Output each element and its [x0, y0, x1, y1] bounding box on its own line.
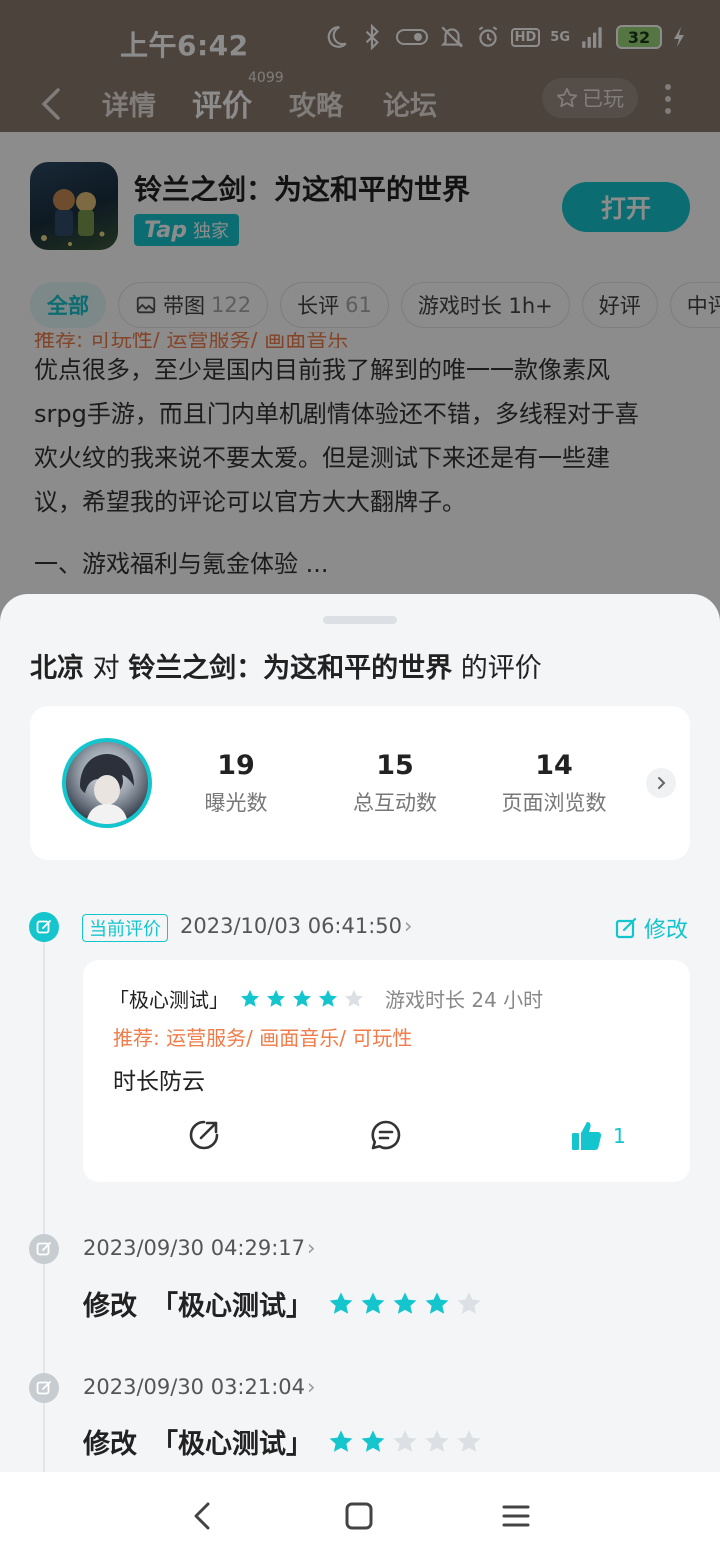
playtime-label: 游戏时长 24 小时	[385, 988, 544, 1012]
sheet-grabber[interactable]	[323, 616, 397, 624]
review-text: 时长防云	[113, 1069, 205, 1095]
share-button[interactable]	[187, 1118, 221, 1152]
star-empty-icon	[425, 1429, 449, 1452]
stat-label: 页面浏览数	[501, 791, 607, 815]
review-history-sheet: 北凉 对 铃兰之剑：为这和平的世界 的评价 19 曝光数 15 总互动数 14 …	[0, 594, 720, 1472]
back-icon[interactable]	[186, 1500, 218, 1532]
history-action: 修改	[83, 1429, 137, 1460]
edit-label: 修改	[644, 918, 689, 943]
system-nav-bar	[0, 1472, 720, 1560]
comment-button[interactable]	[369, 1118, 403, 1152]
timestamp-text: 2023/10/03 06:41:50	[180, 914, 403, 938]
stat-number: 14	[535, 750, 573, 781]
edit-review-button[interactable]: 修改	[614, 912, 688, 944]
title-word-to: 对	[92, 653, 120, 684]
history-action: 修改	[83, 1291, 137, 1322]
reviewer-name: 北凉	[30, 653, 84, 684]
chevron-right-icon: ›	[307, 1375, 316, 1399]
history-version: 「极心测试」	[151, 1429, 313, 1460]
rating-stars	[327, 1428, 483, 1456]
star-empty-icon	[345, 989, 363, 1007]
stat-number: 19	[217, 750, 255, 781]
history-version: 「极心测试」	[151, 1291, 313, 1322]
edit-icon	[615, 917, 637, 939]
comment-icon	[371, 1120, 401, 1150]
home-icon[interactable]	[343, 1500, 375, 1532]
like-button[interactable]: 1	[569, 1118, 626, 1154]
thumbs-up-icon	[572, 1122, 602, 1150]
recommend-tags: 推荐: 运营服务/ 画面音乐/ 可玩性	[113, 1026, 413, 1050]
edit-dot-icon	[29, 912, 59, 942]
stat-number: 15	[376, 750, 414, 781]
review-header: 「极心测试」 游戏时长 24 小时	[109, 984, 543, 1013]
menu-icon[interactable]	[500, 1500, 532, 1532]
current-review-card[interactable]: 「极心测试」 游戏时长 24 小时 推荐: 运营服务/ 画面音乐/ 可玩性 时长…	[83, 960, 690, 1182]
current-review-badge: 当前评价	[82, 914, 168, 942]
history-timestamp[interactable]: 2023/09/30 04:29:17›	[83, 1236, 315, 1260]
like-count: 1	[613, 1124, 626, 1148]
sheet-title: 北凉 对 铃兰之剑：为这和平的世界 的评价	[30, 646, 542, 685]
reviewed-game: 铃兰之剑：为这和平的世界	[128, 653, 453, 684]
star-filled-icon	[393, 1291, 417, 1314]
star-filled-icon	[267, 989, 285, 1007]
history-timestamp[interactable]: 2023/09/30 03:21:04›	[83, 1375, 315, 1399]
review-actions: 1	[83, 1118, 690, 1162]
stats-card[interactable]: 19 曝光数 15 总互动数 14 页面浏览数	[30, 706, 690, 860]
edit-dot-icon	[29, 1373, 59, 1403]
history-entry: 修改 「极心测试」	[83, 1284, 483, 1323]
timestamp-text: 2023/09/30 04:29:17	[83, 1236, 306, 1260]
star-filled-icon	[329, 1291, 353, 1314]
avatar-art	[80, 754, 134, 824]
stat-page-views: 14 页面浏览数	[479, 750, 629, 817]
stat-exposure: 19 曝光数	[161, 750, 311, 817]
star-filled-icon	[293, 989, 311, 1007]
rating-stars	[327, 1290, 483, 1318]
avatar[interactable]	[62, 738, 152, 828]
current-timestamp[interactable]: 2023/10/03 06:41:50›	[180, 914, 412, 938]
star-filled-icon	[361, 1429, 385, 1452]
chevron-right-icon[interactable]	[646, 768, 676, 798]
star-filled-icon	[425, 1291, 449, 1314]
title-suffix: 的评价	[460, 653, 542, 684]
star-empty-icon	[393, 1429, 417, 1452]
history-entry: 修改 「极心测试」	[83, 1422, 483, 1461]
star-filled-icon	[241, 989, 259, 1007]
star-filled-icon	[329, 1429, 353, 1452]
stat-label: 总互动数	[353, 791, 437, 815]
timestamp-text: 2023/09/30 03:21:04	[83, 1375, 306, 1399]
rating-stars	[239, 988, 365, 1010]
star-filled-icon	[361, 1291, 385, 1314]
edit-dot-icon	[29, 1234, 59, 1264]
chevron-right-icon: ›	[404, 914, 413, 938]
stat-interactions: 15 总互动数	[320, 750, 470, 817]
star-empty-icon	[457, 1429, 481, 1452]
stat-label: 曝光数	[204, 791, 268, 815]
star-empty-icon	[457, 1291, 481, 1314]
share-icon	[189, 1120, 219, 1150]
chevron-right-icon: ›	[307, 1236, 316, 1260]
version-label: 「极心测试」	[109, 988, 229, 1012]
star-filled-icon	[319, 989, 337, 1007]
